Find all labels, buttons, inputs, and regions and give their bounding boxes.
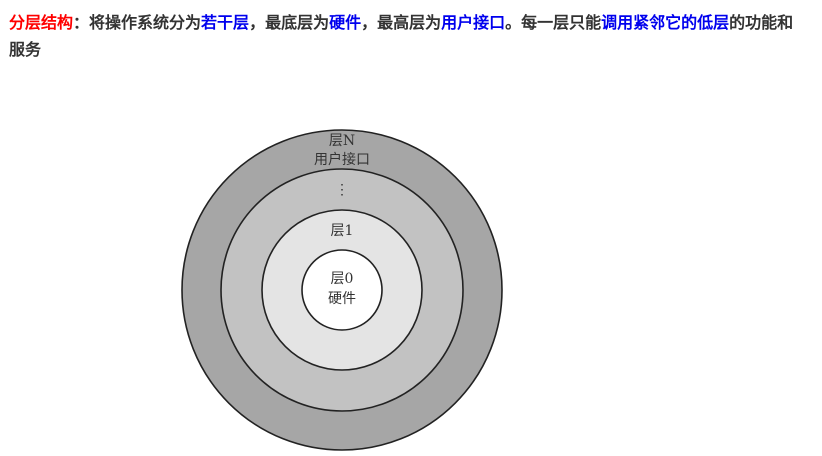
label-layer-n: 层N: [329, 133, 355, 149]
label-ellipsis: ⋮: [335, 182, 349, 198]
term-layered-structure: 分层结构: [9, 13, 74, 32]
text-part-3: ，最高层为: [361, 13, 442, 32]
description-paragraph: 分层结构：将操作系统分为若干层，最底层为硬件，最高层为用户接口。每一层只能调用紧…: [9, 9, 809, 63]
core-layer-0: [301, 249, 383, 331]
emphasis-call-lower-layer: 调用紧邻它的低层: [601, 13, 730, 32]
text-part-2: ，最底层为: [249, 13, 330, 32]
colon: ：: [73, 13, 90, 32]
label-layer-0: 层0: [331, 271, 354, 287]
label-user-interface: 用户接口: [314, 151, 370, 168]
layered-structure-diagram: 层N 用户接口 ⋮ 层1 层0 硬件: [180, 128, 505, 453]
label-hardware: 硬件: [328, 291, 356, 307]
text-part-4: 。每一层只能: [505, 13, 602, 32]
label-layer-1: 层1: [331, 223, 354, 239]
concentric-rings-svg: 层N 用户接口 ⋮ 层1 层0 硬件: [181, 129, 503, 451]
emphasis-several-layers: 若干层: [201, 13, 250, 32]
emphasis-hardware: 硬件: [329, 13, 362, 32]
emphasis-user-interface: 用户接口: [441, 13, 506, 32]
text-part-1: 将操作系统分为: [89, 13, 202, 32]
